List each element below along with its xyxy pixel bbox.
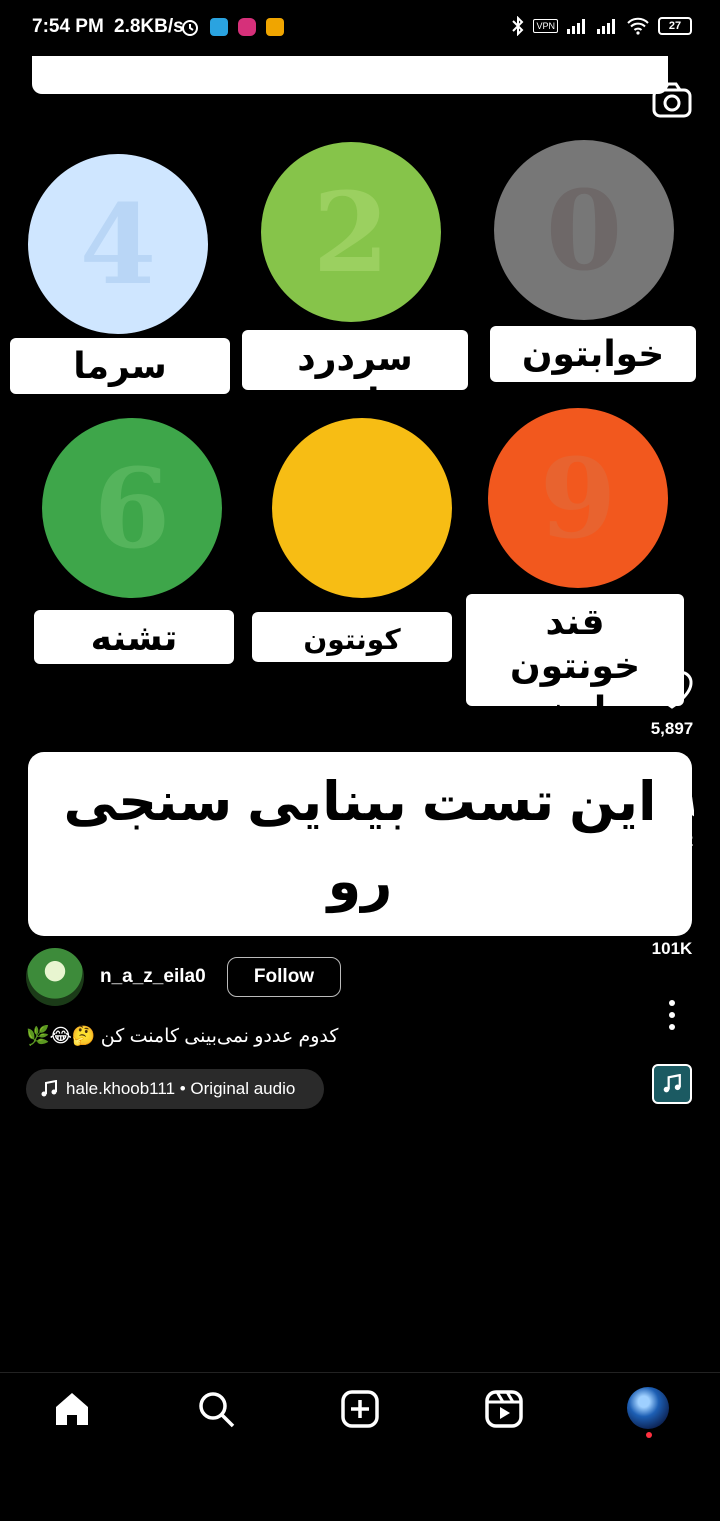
post-caption[interactable]: کدوم عددو نمی‌بینی کامنت کن 🤔😂🌿: [26, 1024, 426, 1048]
system-icons: VPN 27: [511, 16, 692, 36]
camera-icon[interactable]: [650, 78, 694, 122]
status-bar: 7:54 PM 2.8KB/s VPN 27: [0, 0, 720, 56]
circle-label-2: سردرد دارید: [242, 330, 468, 422]
video-top-text-card: [32, 56, 668, 94]
home-icon[interactable]: [52, 1389, 92, 1429]
video-overlay-caption: این تست بینایی سنجی رو برای رفیقاتون بفر…: [28, 752, 692, 992]
battery-icon: 27: [658, 17, 692, 35]
color-circle-1: 4: [28, 154, 208, 334]
signal-icon-2: [597, 19, 615, 34]
author-username[interactable]: n_a_z_eila0: [100, 966, 206, 988]
notification-dot: [646, 1432, 652, 1438]
circle-label-4: تشنه هستید: [34, 610, 234, 702]
alarm-icon: [182, 20, 198, 36]
audio-info[interactable]: hale.khoob111 • Original audio: [26, 1069, 324, 1109]
comment-icon: [653, 781, 695, 821]
music-note-icon: [41, 1080, 57, 1097]
comment-button[interactable]: 1,312: [632, 778, 712, 851]
color-circle-6: 9: [488, 408, 668, 588]
author-avatar[interactable]: [26, 948, 84, 1006]
app-notification-icon: [266, 18, 284, 36]
overlay-line-2: برای رفیقاتون بفرستید: [49, 932, 671, 992]
like-count: 5,897: [650, 719, 694, 738]
wifi-icon: [627, 17, 649, 35]
follow-button[interactable]: Follow: [227, 957, 341, 997]
comment-count: 1,312: [650, 831, 694, 850]
audio-thumbnail[interactable]: [652, 1064, 692, 1104]
notification-icons: [180, 17, 284, 37]
circle-label-1: سرما خوردید: [10, 338, 230, 430]
color-circle-4: 6: [42, 418, 222, 598]
instagram-icon: [238, 18, 256, 36]
audio-label: hale.khoob111 • Original audio: [66, 1079, 296, 1098]
profile-avatar[interactable]: [627, 1387, 669, 1429]
telegram-icon: [210, 18, 228, 36]
music-note-icon: [663, 1074, 681, 1093]
status-time: 7:54 PM: [32, 16, 104, 37]
reels-icon[interactable]: [484, 1389, 524, 1429]
search-icon[interactable]: [196, 1389, 236, 1429]
network-speed: 2.8KB/s: [114, 16, 184, 37]
color-circle-3: 0: [494, 140, 674, 320]
circle-label-5: کونتون میخاره: [252, 612, 452, 699]
bluetooth-icon: [512, 16, 524, 36]
color-circle-2: 2: [261, 142, 441, 322]
reel-video[interactable]: 4 2 0 سرما خوردید سردرد دارید خوابتون می…: [0, 56, 720, 1372]
bottom-navigation: [0, 1372, 720, 1521]
share-count: 101K: [651, 939, 693, 958]
create-icon[interactable]: [340, 1389, 380, 1429]
like-button[interactable]: 5,897: [632, 670, 712, 739]
vpn-icon: VPN: [533, 19, 558, 33]
share-button[interactable]: 101K: [632, 886, 712, 959]
more-options-icon[interactable]: [662, 998, 682, 1032]
color-circle-5: [272, 418, 452, 598]
heart-icon: [651, 670, 693, 709]
overlay-line-1: این تست بینایی سنجی رو: [63, 772, 657, 912]
circle-label-3: خوابتون میاد: [490, 326, 696, 418]
send-icon: [652, 889, 692, 927]
signal-icon: [567, 19, 585, 34]
